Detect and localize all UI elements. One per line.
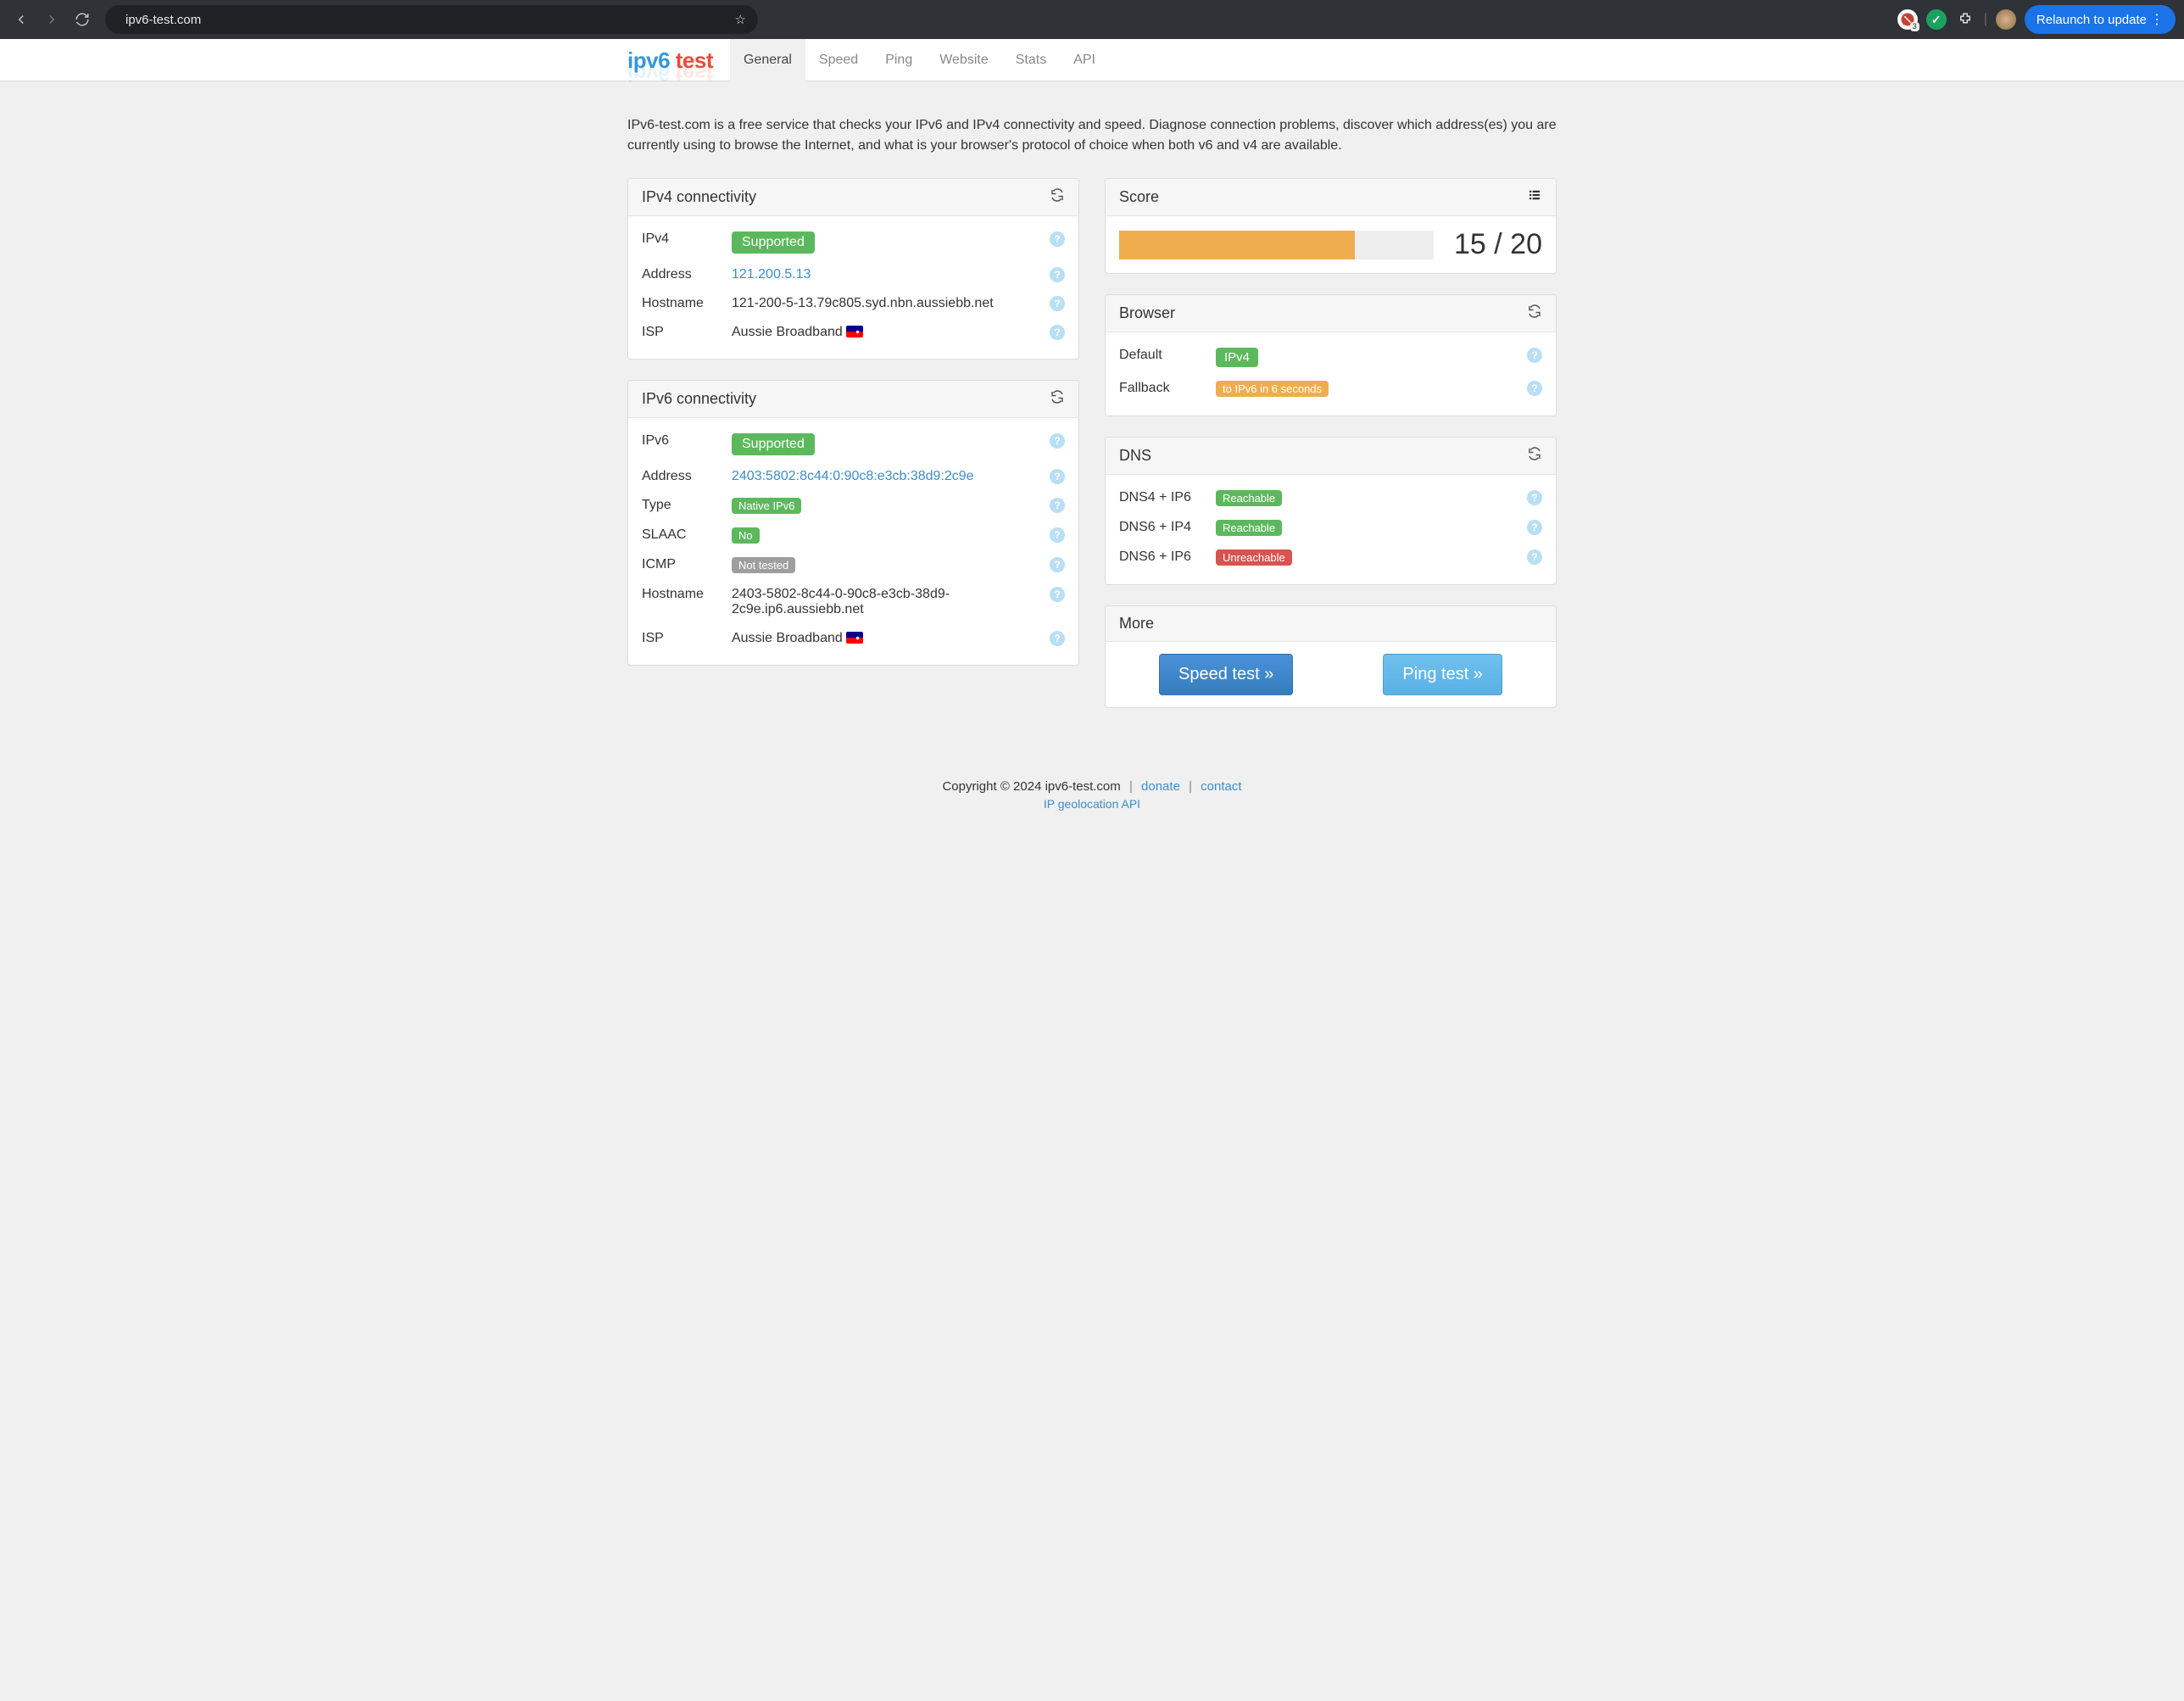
help-icon[interactable]: ? [1050, 631, 1065, 646]
ipv6-hostname-value: 2403-5802-8c44-0-90c8-e3cb-38d9-2c9e.ip6… [732, 587, 1048, 617]
dns-refresh-icon[interactable] [1527, 446, 1542, 466]
footer: Copyright © 2024 ipv6-test.com | donate … [0, 728, 2184, 836]
browser-default-label: Default [1119, 348, 1216, 363]
ipv6-icmp-label: ICMP [642, 557, 732, 572]
browser-fallback-label: Fallback [1119, 381, 1216, 396]
help-icon[interactable]: ? [1050, 557, 1065, 572]
dns-row-badge: Unreachable [1216, 549, 1292, 566]
help-icon[interactable]: ? [1050, 325, 1065, 340]
ipv6-slaac-label: SLAAC [642, 527, 732, 543]
intro-text: IPv6-test.com is a free service that che… [627, 81, 1557, 178]
ipv6-support-label: IPv6 [642, 433, 732, 449]
help-icon[interactable]: ? [1527, 520, 1542, 535]
help-icon[interactable]: ? [1050, 433, 1065, 449]
ipv4-address-label: Address [642, 267, 732, 282]
help-icon[interactable]: ? [1527, 348, 1542, 363]
ipv6-refresh-icon[interactable] [1050, 389, 1065, 409]
ping-test-button[interactable]: Ping test » [1383, 654, 1502, 695]
dns-card-title: DNS [1119, 447, 1151, 465]
contact-link[interactable]: contact [1201, 779, 1241, 794]
bookmark-icon[interactable]: ☆ [735, 12, 746, 27]
tab-stats[interactable]: Stats [1002, 39, 1060, 81]
dns-row-badge: Reachable [1216, 520, 1282, 536]
help-icon[interactable]: ? [1527, 381, 1542, 396]
ipv4-isp-value: Aussie Broadband [732, 325, 843, 339]
ipv6-card-title: IPv6 connectivity [642, 390, 756, 408]
ipv6-icmp-badge: Not tested [732, 557, 795, 573]
au-flag-icon [846, 326, 863, 337]
ipv4-card-title: IPv4 connectivity [642, 188, 756, 206]
more-card-title: More [1119, 615, 1154, 633]
ipv6-type-badge: Native IPv6 [732, 498, 801, 514]
extension-green-icon[interactable]: ✓ [1926, 9, 1947, 30]
ipv6-isp-label: ISP [642, 631, 732, 646]
back-button[interactable] [8, 7, 34, 32]
page-header: ipv6 test ipv6 test General Speed Ping W… [0, 39, 2184, 81]
more-card: More Speed test » Ping test » [1105, 605, 1557, 708]
tab-speed[interactable]: Speed [805, 39, 872, 81]
relaunch-button[interactable]: Relaunch to update⋮ [2025, 5, 2176, 34]
score-list-icon[interactable] [1527, 187, 1542, 207]
help-icon[interactable]: ? [1050, 498, 1065, 513]
ipv4-hostname-value: 121-200-5-13.79c805.syd.nbn.aussiebb.net [732, 296, 1048, 311]
dns-row-label: DNS6 + IP4 [1119, 520, 1216, 535]
site-logo[interactable]: ipv6 test ipv6 test [627, 39, 730, 81]
ipv4-refresh-icon[interactable] [1050, 187, 1065, 207]
extension-noscript-icon[interactable]: 3 [1897, 9, 1918, 30]
dns-row-label: DNS6 + IP6 [1119, 549, 1216, 565]
ipv4-address-value[interactable]: 121.200.5.13 [732, 267, 811, 282]
forward-button[interactable] [39, 7, 64, 32]
browser-card-title: Browser [1119, 304, 1175, 322]
ipv6-address-label: Address [642, 469, 732, 484]
browser-refresh-icon[interactable] [1527, 304, 1542, 323]
tab-website[interactable]: Website [926, 39, 1002, 81]
ipv4-support-badge: Supported [732, 231, 815, 254]
help-icon[interactable]: ? [1050, 587, 1065, 602]
ipv4-hostname-label: Hostname [642, 296, 732, 311]
dns-row-label: DNS4 + IP6 [1119, 490, 1216, 505]
dns-card: DNS DNS4 + IP6Reachable? DNS6 + IP4Reach… [1105, 437, 1557, 585]
ipv6-hostname-label: Hostname [642, 587, 732, 602]
help-icon[interactable]: ? [1050, 469, 1065, 484]
score-bar [1119, 231, 1434, 259]
geo-api-link[interactable]: IP geolocation API [0, 797, 2184, 811]
url-text: ipv6-test.com [125, 13, 201, 27]
tab-api[interactable]: API [1060, 39, 1109, 81]
help-icon[interactable]: ? [1527, 490, 1542, 505]
ipv4-support-label: IPv4 [642, 231, 732, 247]
browser-fallback-badge: to IPv6 in 6 seconds [1216, 381, 1329, 397]
score-card: Score 15 / 20 [1105, 178, 1557, 274]
ipv6-address-value[interactable]: 2403:5802:8c44:0:90c8:e3cb:38d9:2c9e [732, 469, 974, 483]
ipv6-support-badge: Supported [732, 433, 815, 455]
dns-row-badge: Reachable [1216, 490, 1282, 506]
au-flag-icon [846, 632, 863, 644]
url-bar[interactable]: ipv6-test.com ☆ [105, 5, 758, 34]
browser-default-badge: IPv4 [1216, 348, 1258, 367]
profile-avatar[interactable] [1996, 9, 2016, 30]
reload-button[interactable] [70, 7, 95, 32]
ipv4-isp-label: ISP [642, 325, 732, 340]
help-icon[interactable]: ? [1050, 231, 1065, 247]
score-value: 15 / 20 [1454, 228, 1542, 261]
help-icon[interactable]: ? [1527, 549, 1542, 565]
score-card-title: Score [1119, 188, 1159, 206]
help-icon[interactable]: ? [1050, 296, 1065, 311]
ipv6-isp-value: Aussie Broadband [732, 631, 843, 645]
speed-test-button[interactable]: Speed test » [1159, 654, 1293, 695]
copyright-text: Copyright © 2024 ipv6-test.com [942, 779, 1120, 794]
donate-link[interactable]: donate [1141, 779, 1180, 794]
browser-card: Browser DefaultIPv4? Fallbackto IPv6 in … [1105, 294, 1557, 416]
extensions-menu-icon[interactable] [1955, 9, 1975, 30]
menu-dots-icon: ⋮ [2150, 11, 2164, 28]
ipv6-type-label: Type [642, 498, 732, 513]
help-icon[interactable]: ? [1050, 527, 1065, 543]
browser-toolbar: ipv6-test.com ☆ 3 ✓ | Relaunch to update… [0, 0, 2184, 39]
tab-general[interactable]: General [730, 39, 805, 81]
ipv4-card: IPv4 connectivity IPv4Supported? Address… [627, 178, 1079, 360]
tab-ping[interactable]: Ping [872, 39, 926, 81]
help-icon[interactable]: ? [1050, 267, 1065, 282]
ipv6-card: IPv6 connectivity IPv6Supported? Address… [627, 380, 1079, 666]
ipv6-slaac-badge: No [732, 527, 760, 544]
